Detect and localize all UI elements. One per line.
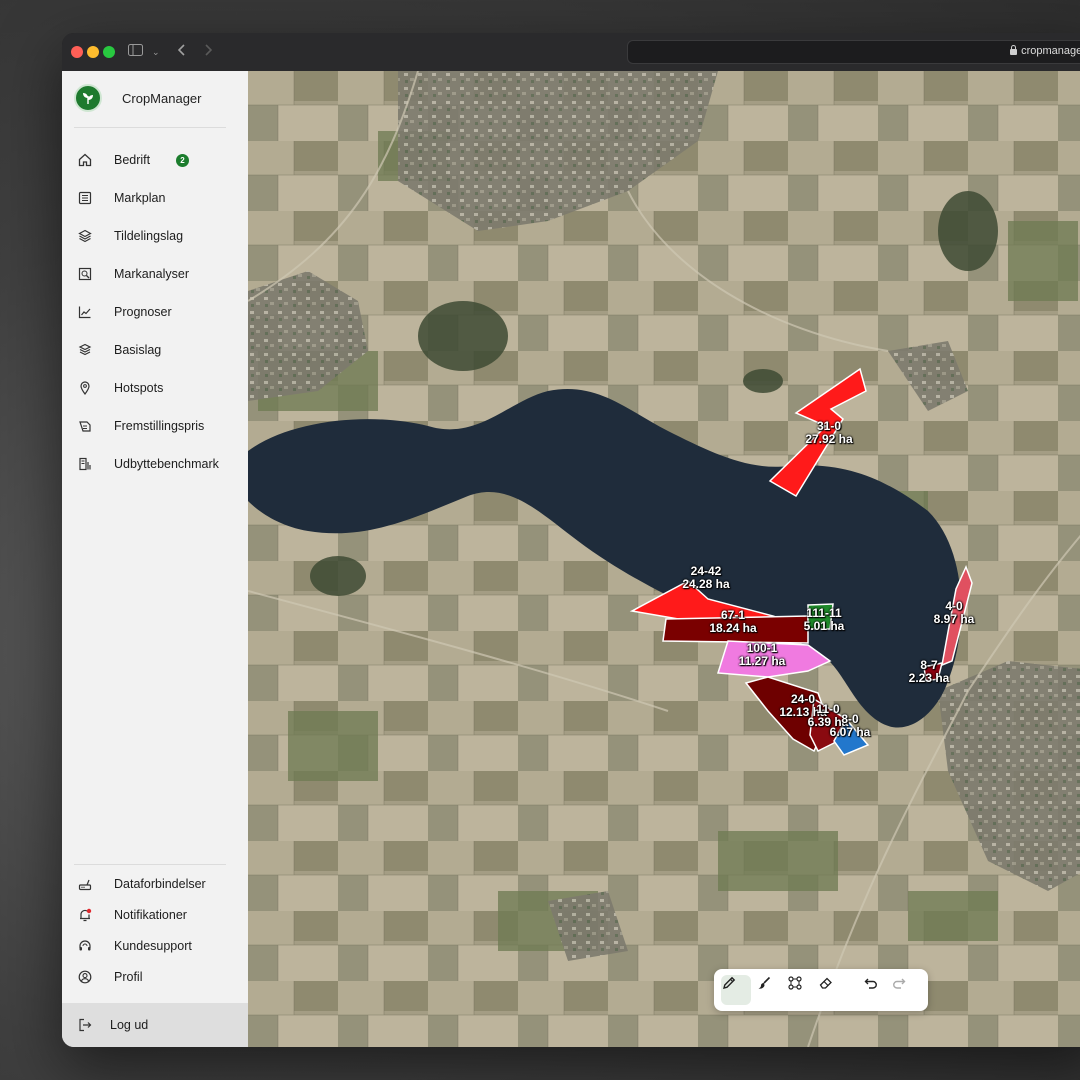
logout-button[interactable]: Log ud [62,1003,248,1047]
sidebar-item-udbyttebenchmark[interactable]: Udbyttebenchmark [62,450,248,478]
nodes-tool-button[interactable] [787,975,817,1005]
title-bar: ⌄ cropmanager.dk [62,33,1080,72]
cropmanager-logo-icon [74,84,102,112]
price-icon [77,418,93,434]
stack-icon [77,342,93,358]
sidebar-item-label: Markplan [114,191,166,205]
sidebar-item-tildelingslag[interactable]: Tildelingslag [62,222,248,250]
sidebar-item-label: Hotspots [114,381,164,395]
headset-icon [77,938,93,954]
field-overlay [629,367,973,756]
sidebar-item-label: Prognoser [114,305,172,319]
url-text: cropmanager.dk [1021,45,1080,57]
sidebar-item-label: Notifikationer [114,908,187,922]
notification-badge: 2 [176,154,189,167]
eraser-tool-button[interactable] [818,975,848,1005]
lock-icon [1010,45,1018,55]
sidebar-item-label: Fremstillingspris [114,419,205,433]
list-icon [77,190,93,206]
sidebar-item-label: Tildelingslag [114,229,184,243]
brush-tool-button[interactable] [756,975,786,1005]
sidebar-item-label: Basislag [114,343,162,357]
field-label-67-1: 67-1 18.24 ha [709,608,757,635]
forward-arrow-icon[interactable] [204,42,213,62]
divider [74,127,226,128]
brand-name: CropManager [122,90,202,106]
analysis-icon [77,266,93,282]
satellite-map[interactable]: 31-0 27.92 ha 24-42 24.28 ha 67-1 18.24 ha … [248,71,1080,1047]
sidebar-item-label: Markanalyser [114,267,190,281]
field-label-4-0: 4-0 8.97 ha [933,599,975,626]
undo-button[interactable] [863,975,893,1005]
field-label-111-11: 111-11 5.01 ha [803,606,845,633]
sidebar-item-label: Udbyttebenchmark [114,457,219,471]
close-window-button[interactable] [71,46,83,58]
minimize-window-button[interactable] [87,46,99,58]
sidebar-item-hotspots[interactable]: Hotspots [62,374,248,402]
back-arrow-icon[interactable] [177,42,186,62]
divider [74,864,226,865]
pin-icon [77,380,93,396]
redo-button[interactable] [891,975,921,1005]
field-label-8-7: 8-7 2.23 ha [908,658,950,685]
logout-label: Log ud [110,1018,149,1032]
sidebar-item-markanalyser[interactable]: Markanalyser [62,260,248,288]
sidebar-item-label: Bedrift [114,153,151,167]
sidebar-item-basislag[interactable]: Basislag [62,336,248,364]
sidebar-item-label: Dataforbindelser [114,877,206,891]
pencil-tool-button[interactable] [721,975,751,1005]
sidebar: CropManager Bedrift 2 Markplan Tildeling… [62,71,248,1047]
field-label-31-0: 31-0 27.92 ha [805,419,853,446]
browser-window: ⌄ cropmanager.dk CropManager [62,33,1080,1047]
sidebar-item-dataforbindelser[interactable]: Dataforbindelser [62,870,248,898]
sidebar-item-fremstillingspris[interactable]: Fremstillingspris [62,412,248,440]
bell-icon [77,907,93,923]
brand[interactable]: CropManager [74,84,202,112]
benchmark-icon [77,456,93,472]
sidebar-item-markplan[interactable]: Markplan [62,184,248,212]
sidebar-item-bedrift[interactable]: Bedrift 2 [62,146,248,174]
layers-icon [77,228,93,244]
sidebar-item-label: Profil [114,970,143,984]
drawing-toolbar [714,969,928,1011]
sidebar-item-profil[interactable]: Profil [62,963,248,991]
user-icon [77,969,93,985]
sidebar-item-kundesupport[interactable]: Kundesupport [62,932,248,960]
router-icon [77,876,93,892]
maximize-window-button[interactable] [103,46,115,58]
field-label-8-0: 8-0 6.07 ha [829,712,871,739]
sidebar-toggle-icon[interactable] [128,42,143,62]
sidebar-item-label: Kundesupport [114,939,192,953]
chevron-down-icon[interactable]: ⌄ [152,42,160,62]
chart-icon [77,304,93,320]
field-label-100-1: 100-1 11.27 ha [738,641,786,668]
sidebar-item-notifikationer[interactable]: Notifikationer [62,901,248,929]
address-bar[interactable]: cropmanager.dk [627,40,1080,64]
home-icon [77,152,93,168]
field-label-24-42: 24-42 24.28 ha [682,564,730,591]
sidebar-item-prognoser[interactable]: Prognoser [62,298,248,326]
logout-icon [77,1017,93,1033]
